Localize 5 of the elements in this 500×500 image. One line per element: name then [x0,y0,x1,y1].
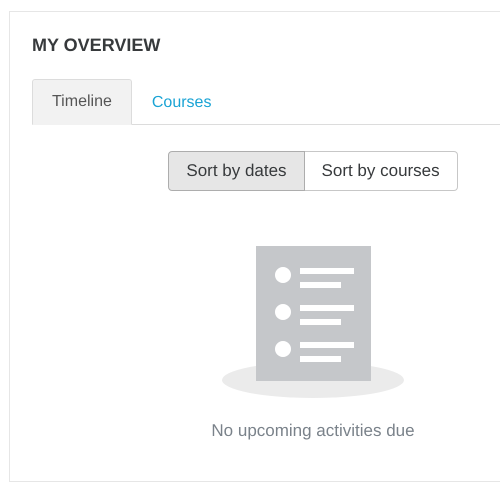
block-title: MY OVERVIEW [32,34,162,56]
sort-button[interactable]: Sort by courses [304,151,458,191]
sort-button[interactable]: Sort by dates [168,151,305,191]
tab[interactable]: Timeline [32,79,132,125]
empty-message: No upcoming activities due [211,420,415,442]
